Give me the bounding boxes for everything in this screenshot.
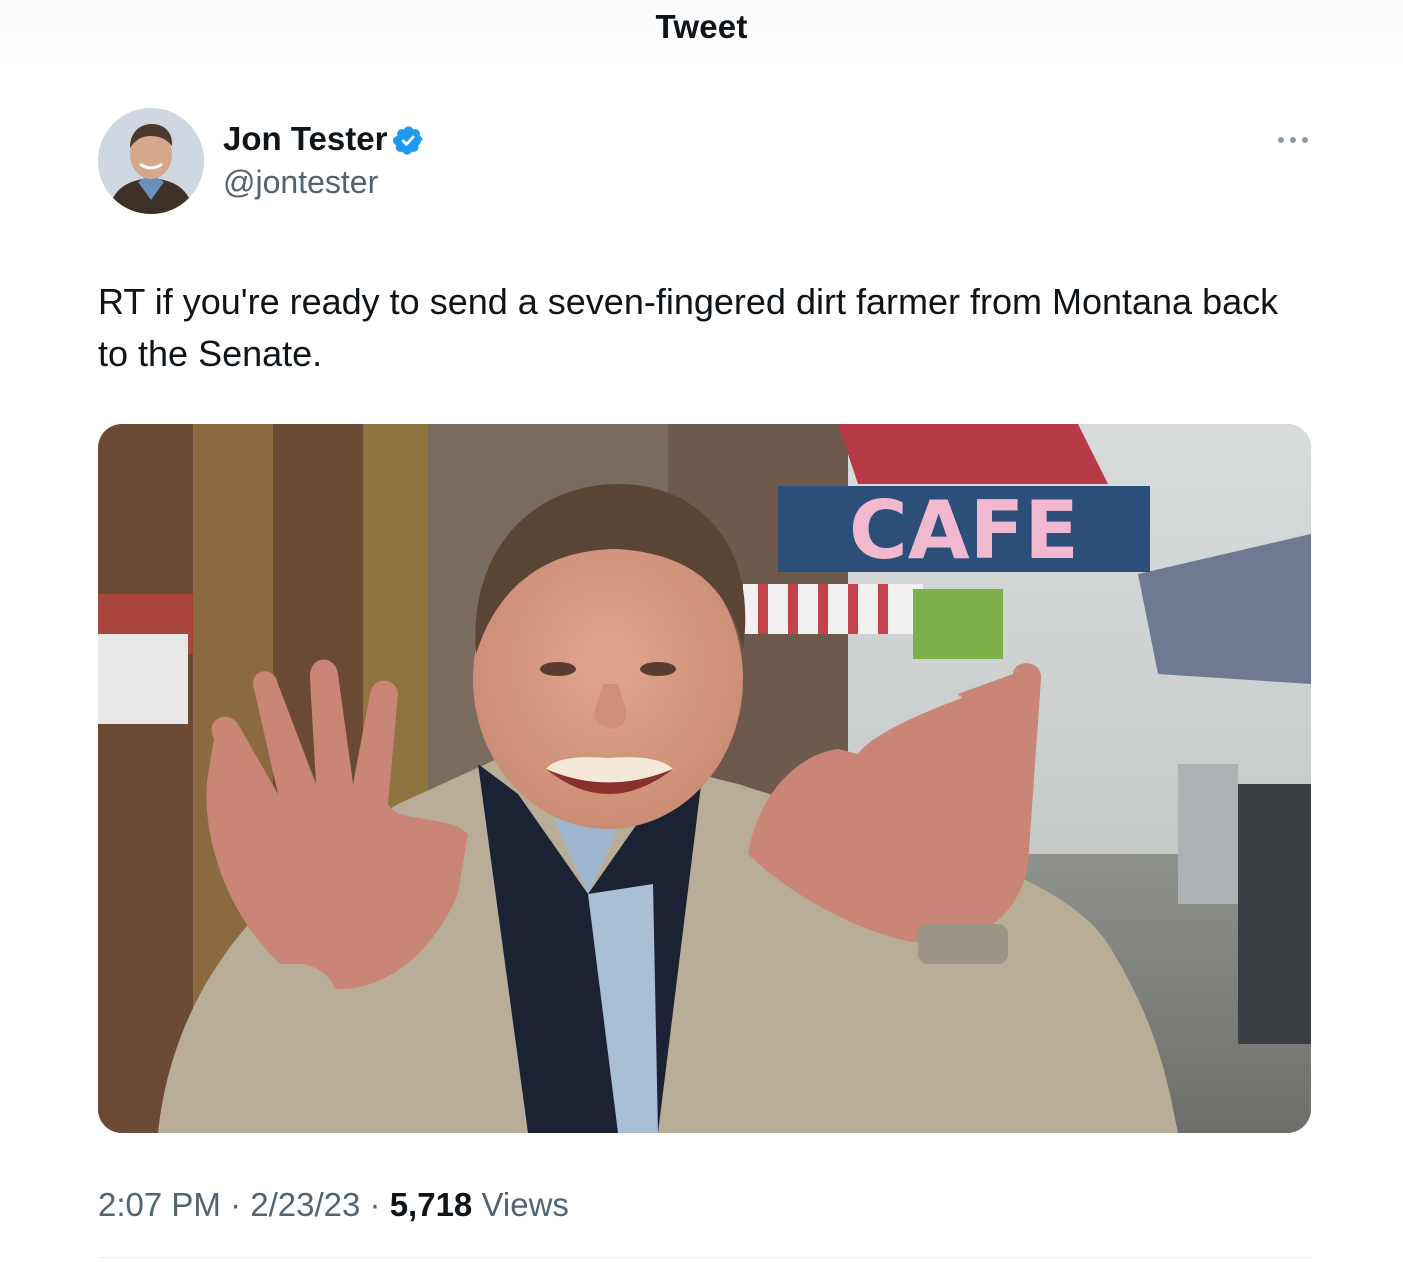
author-display-name[interactable]: Jon Tester	[223, 120, 387, 158]
top-bar: Tweet	[0, 0, 1403, 74]
views-count[interactable]: 5,718	[390, 1186, 473, 1223]
more-options-icon[interactable]	[1272, 128, 1314, 152]
tweet-text: RT if you're ready to send a seven-finge…	[98, 281, 1279, 374]
profile-photo-icon	[98, 108, 204, 214]
tweet-date[interactable]: 2/23/23	[250, 1186, 360, 1223]
avatar[interactable]	[98, 108, 204, 214]
tweet-time[interactable]: 2:07 PM	[98, 1186, 221, 1223]
page-title: Tweet	[655, 8, 748, 45]
views-label: Views	[481, 1186, 569, 1223]
verified-badge-icon	[393, 126, 423, 155]
cafe-sign-text: CAFE	[849, 484, 1079, 577]
author-handle[interactable]: @jontester	[223, 164, 378, 201]
meta-separator: ·	[369, 1186, 381, 1223]
tweet-media-image[interactable]: CAFE	[98, 424, 1311, 1133]
tweet-meta: 2:07 PM · 2/23/23 · 5,718 Views	[98, 1186, 569, 1224]
divider	[98, 1257, 1311, 1258]
meta-separator: ·	[230, 1186, 242, 1223]
tweet-photo: CAFE	[98, 424, 1311, 1133]
